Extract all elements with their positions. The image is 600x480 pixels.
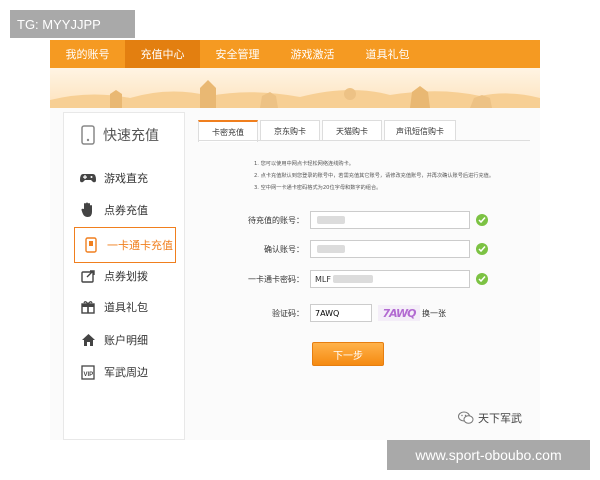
sidebar: 快速充值 游戏直充 点券充值 一卡通卡充值 点券划拨 道具礼包 账户明细 VIP…: [63, 112, 185, 440]
sidebar-item-label: 点券充值: [104, 204, 148, 217]
card-icon: [83, 237, 99, 253]
check-icon: [476, 243, 488, 255]
instructions: 1. 您可以使用中网点卡轻松网络连线购卡。 2. 点卡充值默认到您登录的账号中，…: [254, 158, 544, 194]
wechat-watermark: 天下军武: [458, 410, 522, 426]
wechat-icon: [458, 411, 474, 424]
sidebar-item-label: 道具礼包: [104, 301, 148, 314]
captcha-label: 验证码：: [272, 308, 304, 318]
sidebar-title: 快速充值: [79, 125, 159, 145]
hand-icon: [80, 202, 96, 218]
sidebar-item-point-transfer[interactable]: 点券划拨: [64, 259, 184, 293]
account-row: 待充值的账号：: [224, 211, 488, 229]
transfer-icon: [80, 268, 96, 284]
blurred-value: [317, 245, 345, 253]
instruction-line: 3. 空中网一卡通卡密码格式为20位字母和数字的组合。: [254, 185, 382, 191]
confirm-account-input[interactable]: [310, 240, 470, 258]
sidebar-item-merchandise[interactable]: VIP 军武周边: [64, 355, 184, 389]
nav-tab-item-gifts[interactable]: 道具礼包: [350, 40, 425, 68]
refresh-captcha-link[interactable]: 换一张: [422, 308, 446, 319]
next-step-button[interactable]: 下一步: [312, 342, 384, 366]
instruction-line: 2. 点卡充值默认到您登录的账号中，若需充值其它账号，请修改充值账号，并再次确认…: [254, 173, 495, 179]
svg-text:VIP: VIP: [83, 372, 93, 378]
recharge-method-tabs: 卡密充值 京东购卡 天猫购卡 声讯短信购卡: [198, 120, 458, 142]
tab-tmall-buy-card[interactable]: 天猫购卡: [322, 120, 382, 141]
nav-tab-security[interactable]: 安全管理: [200, 40, 275, 68]
gamepad-icon: [80, 170, 96, 186]
captcha-value: 7AWQ: [315, 308, 340, 318]
card-password-label: 一卡通卡密码：: [248, 274, 304, 284]
instruction-line: 1. 您可以使用中网点卡轻松网络连线购卡。: [254, 161, 354, 167]
watermark-top: TG: MYYJJPP: [10, 10, 135, 38]
sidebar-item-label: 军武周边: [104, 366, 148, 379]
sidebar-item-card-recharge[interactable]: 一卡通卡充值: [74, 227, 176, 263]
sidebar-item-account-details[interactable]: 账户明细: [64, 323, 184, 357]
sidebar-item-gifts[interactable]: 道具礼包: [64, 290, 184, 324]
blurred-value: [332, 275, 373, 283]
account-label: 待充值的账号：: [248, 215, 304, 225]
captcha-row: 验证码： 7AWQ 7AWQ 换一张: [224, 304, 446, 322]
home-icon: [80, 332, 96, 348]
top-navigation: 我的账号 充值中心 安全管理 游戏激活 道具礼包: [50, 40, 540, 68]
sidebar-item-label: 游戏直充: [104, 172, 148, 185]
account-input[interactable]: [310, 211, 470, 229]
gift-icon: [80, 299, 96, 315]
tab-divider: [198, 140, 530, 141]
nav-tab-recharge-center[interactable]: 充值中心: [125, 40, 200, 68]
sidebar-item-label: 一卡通卡充值: [107, 239, 173, 252]
confirm-account-label: 确认账号：: [264, 244, 304, 254]
tab-card-password[interactable]: 卡密充值: [198, 120, 258, 142]
captcha-input[interactable]: 7AWQ: [310, 304, 372, 322]
tab-sms-buy-card[interactable]: 声讯短信购卡: [384, 120, 456, 141]
blurred-value: [317, 216, 345, 224]
card-password-input[interactable]: MLF: [310, 270, 470, 288]
landscape-illustration: [50, 80, 540, 108]
banner-image: [50, 68, 540, 108]
sidebar-item-label: 点券划拨: [104, 270, 148, 283]
vip-icon: VIP: [80, 364, 96, 380]
confirm-account-row: 确认账号：: [224, 240, 488, 258]
watermark-bottom: www.sport-oboubo.com: [387, 440, 590, 470]
check-icon: [476, 273, 488, 285]
sidebar-item-game-recharge[interactable]: 游戏直充: [64, 161, 184, 195]
sidebar-title-text: 快速充值: [103, 128, 159, 144]
captcha-image[interactable]: 7AWQ: [378, 305, 420, 321]
sidebar-item-point-recharge[interactable]: 点券充值: [64, 193, 184, 227]
tab-jd-buy-card[interactable]: 京东购卡: [260, 120, 320, 141]
nav-tab-my-account[interactable]: 我的账号: [50, 40, 125, 68]
check-icon: [476, 214, 488, 226]
wechat-brand-name: 天下军武: [478, 412, 522, 425]
card-password-row: 一卡通卡密码： MLF: [224, 270, 488, 288]
phone-icon: [81, 125, 95, 145]
card-password-value: MLF: [315, 274, 331, 284]
nav-tab-game-activation[interactable]: 游戏激活: [275, 40, 350, 68]
sidebar-item-label: 账户明细: [104, 334, 148, 347]
